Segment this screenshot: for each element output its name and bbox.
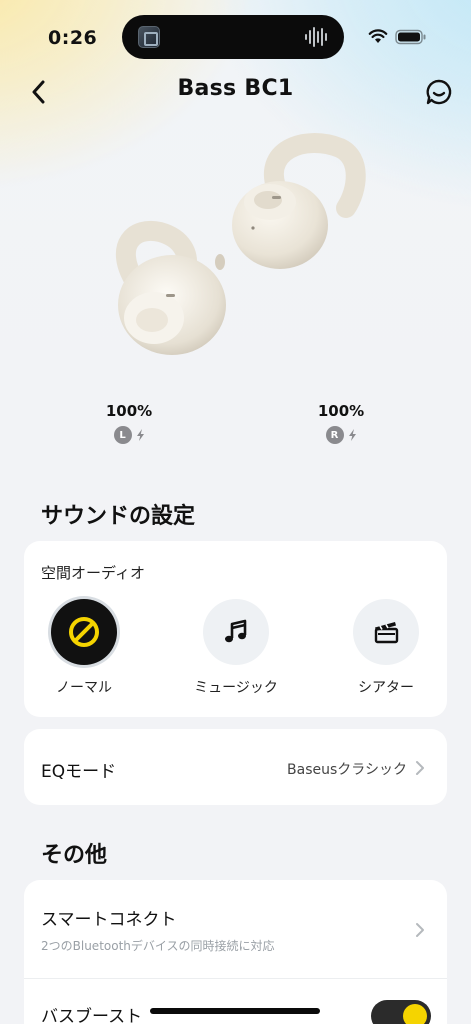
clapperboard-icon — [374, 622, 399, 644]
mode-theater-label: シアター — [358, 680, 414, 696]
charging-bolt-icon — [348, 429, 356, 441]
eq-mode-value: Baseusクラシック — [287, 762, 407, 778]
disabled-icon — [69, 617, 99, 647]
now-playing-thumbnail — [138, 26, 160, 48]
chevron-right-icon — [416, 761, 424, 775]
mode-music-button[interactable] — [203, 599, 269, 665]
mode-normal-label: ノーマル — [56, 680, 112, 696]
chevron-right-icon — [416, 923, 424, 937]
earbuds-image — [115, 133, 366, 355]
status-time: 0:26 — [48, 27, 98, 49]
right-side-badge: R — [325, 426, 344, 444]
right-battery-percent: 100% — [317, 402, 365, 420]
battery-icon — [395, 29, 426, 45]
smart-connect-description: 2つのBluetoothデバイスの同時接続に対応 — [41, 939, 275, 953]
spatial-audio-title: 空間オーディオ — [41, 564, 145, 582]
support-chat-button[interactable] — [423, 76, 455, 108]
bass-boost-label: バスブースト — [41, 1007, 143, 1024]
home-indicator[interactable] — [150, 1008, 320, 1014]
charging-bolt-icon — [136, 429, 144, 441]
smart-connect-label: スマートコネクト — [41, 910, 177, 930]
status-bar: 0:26 — [0, 0, 471, 76]
chat-bubble-icon — [426, 79, 452, 105]
page-title: Bass BC1 — [177, 76, 294, 101]
mode-normal-button[interactable] — [51, 599, 117, 665]
audio-waveform-icon — [305, 27, 327, 47]
mode-music[interactable]: ミュージック — [181, 599, 291, 697]
mode-theater[interactable]: シアター — [331, 599, 441, 697]
right-earbud-battery: 100% R — [301, 402, 381, 444]
mode-normal[interactable]: ノーマル — [29, 599, 139, 697]
other-heading: その他 — [41, 843, 108, 868]
other-settings-card: スマートコネクト 2つのBluetoothデバイスの同時接続に対応 バスブースト — [24, 880, 447, 1024]
eq-mode-row[interactable]: EQモード Baseusクラシック — [24, 729, 447, 805]
music-note-icon — [225, 619, 247, 643]
wifi-icon — [368, 29, 388, 43]
sound-settings-heading: サウンドの設定 — [41, 504, 196, 529]
spatial-audio-card: 空間オーディオ ノーマル ミュージック シアター — [24, 541, 447, 717]
eq-mode-label: EQモード — [41, 762, 117, 782]
left-battery-percent: 100% — [105, 402, 153, 420]
left-earbud-battery: 100% L — [89, 402, 169, 444]
mode-theater-button[interactable] — [353, 599, 419, 665]
divider — [24, 978, 447, 979]
toggle-knob — [403, 1004, 427, 1024]
dynamic-island[interactable] — [122, 15, 344, 59]
left-side-badge: L — [113, 426, 132, 444]
mode-music-label: ミュージック — [194, 680, 278, 696]
bass-boost-toggle[interactable] — [371, 1000, 431, 1024]
